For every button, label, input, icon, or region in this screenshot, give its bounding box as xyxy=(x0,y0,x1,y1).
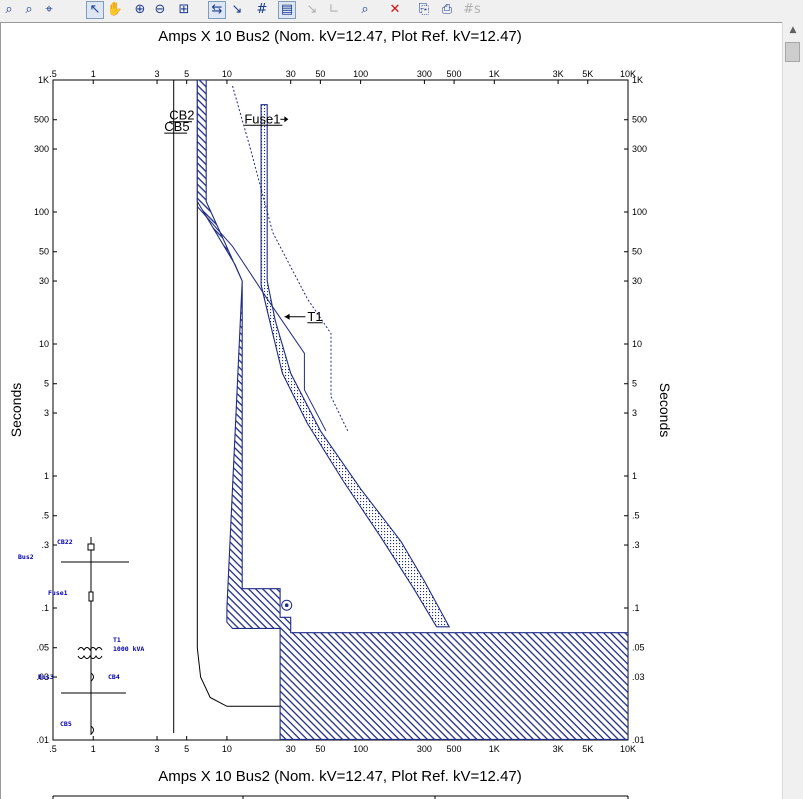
y-tick-label-left: .05 xyxy=(36,643,49,653)
one-line-label-t1: T1 xyxy=(113,636,121,644)
y-tick-label-right: 300 xyxy=(632,144,647,154)
one-line-label-bus3: Bus3 xyxy=(38,673,54,681)
x-tick-label-top: .5 xyxy=(49,69,57,79)
chart-title: Amps X 10 Bus2 (Nom. kV=12.47, Plot Ref.… xyxy=(158,28,522,45)
y-tick-label-right: 1 xyxy=(632,471,637,481)
label-cb5: CB5 xyxy=(164,119,189,134)
y-tick-label-right: .5 xyxy=(632,511,640,521)
y-tick-label-left: 500 xyxy=(34,115,49,125)
y-tick-label-right: 100 xyxy=(632,207,647,217)
one-line-label-bus2: Bus2 xyxy=(18,553,34,561)
fuse1-symbol[interactable] xyxy=(88,591,94,602)
x-tick-label-bottom: 5 xyxy=(184,744,189,754)
x-tick-label-bottom: 500 xyxy=(447,744,462,754)
x-tick-label-bottom: 5K xyxy=(582,744,593,754)
x-tick-label-bottom: 1K xyxy=(489,744,500,754)
one-line-label-fuse1: Fuse1 xyxy=(48,589,68,597)
y-tick-label-right: .05 xyxy=(632,643,645,653)
y-tick-label-left: 300 xyxy=(34,144,49,154)
y-tick-label-left: 50 xyxy=(39,247,49,257)
y-tick-label-right: 10 xyxy=(632,339,642,349)
x-tick-label-top: 30 xyxy=(286,69,296,79)
y-tick-label-right: 1K xyxy=(632,75,643,85)
y-tick-label-left: 100 xyxy=(34,207,49,217)
x-tick-label-top: 300 xyxy=(417,69,432,79)
one-line-label-cb22: CB22 xyxy=(57,538,73,546)
y-axis-label-right: Seconds xyxy=(657,383,673,437)
y-tick-label-right: 3 xyxy=(632,408,637,418)
scroll-thumb[interactable] xyxy=(785,42,800,62)
operating-point-marker-dot xyxy=(284,603,289,608)
x-tick-label-bottom: 3 xyxy=(155,744,160,754)
y-tick-label-right: 5 xyxy=(632,379,637,389)
y-tick-label-right: .01 xyxy=(632,735,645,745)
x-tick-label-top: 1K xyxy=(489,69,500,79)
x-tick-label-bottom: 1 xyxy=(91,744,96,754)
y-tick-label-right: 500 xyxy=(632,115,647,125)
y-tick-label-left: 1 xyxy=(44,471,49,481)
cb22-symbol[interactable] xyxy=(87,543,95,551)
x-tick-label-bottom: 300 xyxy=(417,744,432,754)
x-tick-label-top: 500 xyxy=(447,69,462,79)
y-tick-label-left: 5 xyxy=(44,379,49,389)
vertical-scrollbar[interactable]: ▲ xyxy=(782,22,803,799)
one-line-label-t1-rating: 1000 kVA xyxy=(113,645,144,653)
y-tick-label-right: .3 xyxy=(632,540,640,550)
x-tick-label-top: 100 xyxy=(353,69,368,79)
scroll-up-arrow-icon[interactable]: ▲ xyxy=(786,24,800,36)
x-tick-label-bottom: 50 xyxy=(315,744,325,754)
y-tick-label-left: .3 xyxy=(41,540,49,550)
x-tick-label-top: 1 xyxy=(91,69,96,79)
y-tick-label-left: 30 xyxy=(39,276,49,286)
y-tick-label-left: .01 xyxy=(36,735,49,745)
x-tick-label-top: 50 xyxy=(315,69,325,79)
x-tick-label-top: 3K xyxy=(553,69,564,79)
x-tick-label-top: 3 xyxy=(155,69,160,79)
one-line-label-cb4: CB4 xyxy=(108,673,120,681)
x-tick-label-top: 5 xyxy=(184,69,189,79)
y-axis-label-left: Seconds xyxy=(8,383,24,437)
x-tick-label-bottom: 3K xyxy=(553,744,564,754)
y-tick-label-right: 30 xyxy=(632,276,642,286)
y-tick-label-left: .5 xyxy=(41,511,49,521)
x-tick-label-bottom: 30 xyxy=(286,744,296,754)
y-tick-label-left: .1 xyxy=(41,603,49,613)
one-line-label-cb5: CB5 xyxy=(60,720,72,728)
y-tick-label-left: 10 xyxy=(39,339,49,349)
x-tick-label-bottom: 100 xyxy=(353,744,368,754)
x-tick-label-bottom: .5 xyxy=(49,744,57,754)
x-tick-label-top: 5K xyxy=(582,69,593,79)
y-tick-label-right: .1 xyxy=(632,603,640,613)
label-t1: T1 xyxy=(307,309,322,324)
label-fuse1: Fuse1 xyxy=(244,111,280,126)
y-tick-label-left: 1K xyxy=(38,75,49,85)
x-tick-label-top: 10 xyxy=(222,69,232,79)
chart-bottom-title: Amps X 10 Bus2 (Nom. kV=12.47, Plot Ref.… xyxy=(158,768,522,785)
tcc-chart[interactable]: Amps X 10 Bus2 (Nom. kV=12.47, Plot Ref.… xyxy=(0,0,782,799)
y-tick-label-right: 50 xyxy=(632,247,642,257)
y-tick-label-left: 3 xyxy=(44,408,49,418)
y-tick-label-right: .03 xyxy=(632,672,645,682)
x-tick-label-bottom: 10K xyxy=(620,744,636,754)
x-tick-label-bottom: 10 xyxy=(222,744,232,754)
